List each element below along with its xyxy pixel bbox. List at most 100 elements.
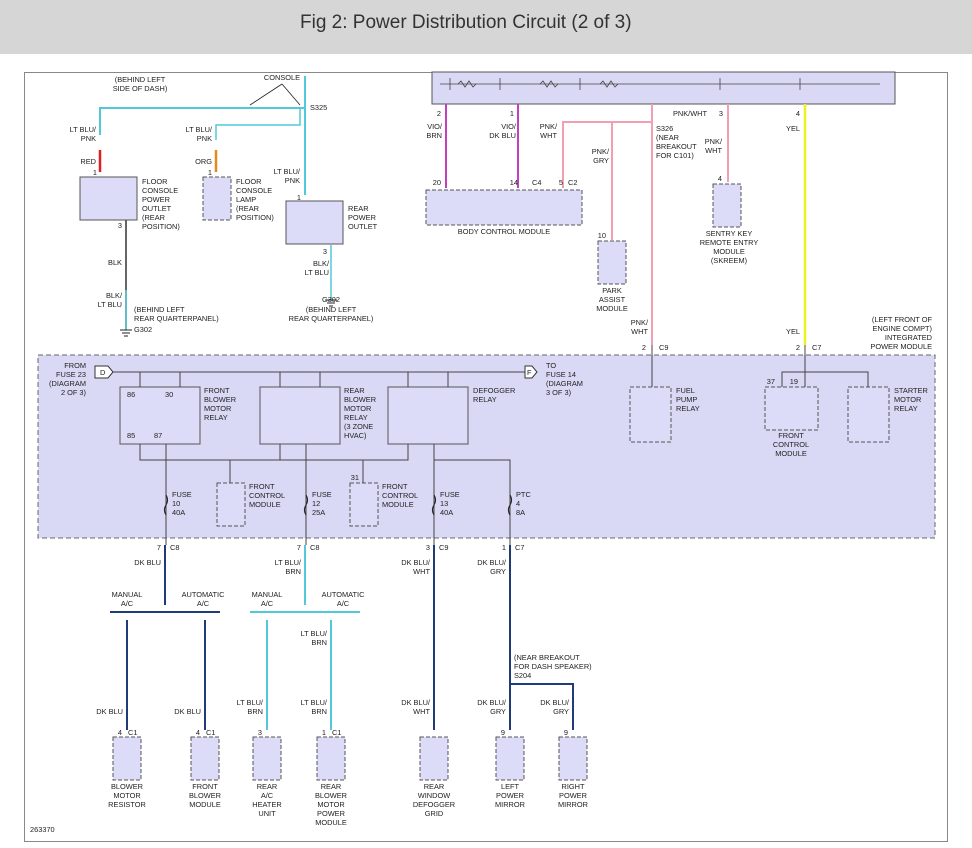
label-pin-1c: 1 — [297, 193, 301, 202]
label-vio-brn: VIO/BRN — [426, 122, 443, 140]
label-relay1: FRONT BLOWER MOTOR RELAY — [204, 386, 236, 422]
label-auto-ac-b: AUTOMATIC A/C — [322, 590, 366, 608]
label-pin-19: 19 — [790, 377, 798, 386]
label-behind-rqp-b: (BEHIND LEFT REAR QUARTERPANEL) — [289, 305, 374, 323]
label-pin-3b: 3 — [323, 247, 327, 256]
label-starter: STARTER MOTOR RELAY — [894, 386, 928, 413]
label-pin-1a: 1 — [93, 168, 97, 177]
figure-id: 263370 — [30, 825, 55, 834]
label-pin-7b: 7 — [297, 543, 301, 552]
label-pin-86: 86 — [127, 390, 135, 399]
label-flag-f: F — [527, 368, 532, 377]
label-park-assist: PARK ASSIST MODULE — [596, 286, 628, 313]
label-from-fuse: FROM FUSE 23 (DIAGRAM 2 OF 3) — [49, 361, 86, 397]
label-ipm: (LEFT FRONT OF ENGINE COMPT) INTEGRATED POW… — [870, 315, 932, 351]
label-console: CONSOLE — [264, 73, 300, 82]
label-ltblu-brn-mid: LT BLU/BRN — [301, 629, 328, 647]
label-dkblu-2: DK BLU — [174, 707, 201, 716]
label-c-left-mirror: LEFT POWER MIRROR — [495, 782, 525, 809]
label-c2: C2 — [568, 178, 577, 187]
label-pin-1e: 1 — [502, 543, 506, 552]
label-pin-9a: 9 — [501, 728, 505, 737]
label-pin-4a: 4 — [796, 109, 800, 118]
label-vio-dkblu: VIO/DK BLU — [489, 122, 517, 140]
label-s204: (NEAR BREAKOUT FOR DASH SPEAKER) S204 — [514, 653, 592, 680]
label-pin-5: 5 — [559, 178, 563, 187]
label-pin-3d: 3 — [426, 543, 430, 552]
label-c7a: C7 — [812, 343, 821, 352]
label-c7b: C7 — [515, 543, 524, 552]
label-ltblu-brn: LT BLU/BRN — [275, 558, 302, 576]
label-sentry: SENTRY KEY REMOTE ENTRY MODULE (SKREEM) — [700, 229, 759, 265]
label-g302-a: G302 — [134, 325, 152, 334]
label-fuel-pump: FUEL PUMP RELAY — [676, 386, 700, 413]
label-dkblu-wht-2: DK BLU/WHT — [401, 698, 431, 716]
label-c8b: C8 — [310, 543, 319, 552]
label-pin-10: 10 — [598, 231, 606, 240]
label-pin-30: 30 — [165, 390, 173, 399]
label-c4: C4 — [532, 178, 541, 187]
label-pin-4b: 4 — [718, 174, 722, 183]
label-g302-b: G302 — [322, 295, 340, 304]
label-pnk-wht-a: PNK/WHT — [540, 122, 558, 140]
label-ptc4: PTC 4 8A — [516, 490, 531, 517]
label-relay3: DEFOGGER RELAY — [473, 386, 515, 404]
label-dkblu-gry: DK BLU/GRY — [477, 558, 507, 576]
label-fcm-b: FRONT CONTROL MODULE — [382, 482, 418, 509]
label-dkblu: DK BLU — [134, 558, 161, 567]
label-manual-ac-b: MANUAL A/C — [252, 590, 283, 608]
label-pnk-wht-top: PNK/WHT — [673, 109, 708, 118]
label-pin-2b: 2 — [642, 343, 646, 352]
label-c1a: C1 — [128, 728, 137, 737]
label-org: ORG — [195, 157, 212, 166]
label-ltblu-brn-2: LT BLU/BRN — [301, 698, 328, 716]
label-to-fuse: TO FUSE 14 (DIAGRAM 3 OF 3) — [546, 361, 583, 397]
label-ltblu-pnk-a: LT BLU/PNK — [70, 125, 97, 143]
label-manual-ac-a: MANUAL A/C — [112, 590, 143, 608]
label-dkblu-gry-3: DK BLU/GRY — [540, 698, 570, 716]
label-ltblu-pnk-c: LT BLU/PNK — [274, 167, 301, 185]
label-ltblu-pnk-b: LT BLU/PNK — [186, 125, 213, 143]
label-pin-4d: 4 — [196, 728, 200, 737]
label-relay2: REAR BLOWER MOTOR RELAY (3 ZONE HVAC) — [344, 386, 376, 440]
label-c-front-blower: FRONT BLOWER MODULE — [189, 782, 221, 809]
label-bcm: BODY CONTROL MODULE — [458, 227, 550, 236]
label-pnk-wht-c: PNK/WHT — [631, 318, 649, 336]
label-pin-14: 14 — [510, 178, 518, 187]
label-behind-rqp-a: (BEHIND LEFT REAR QUARTERPANEL) — [134, 305, 219, 323]
label-pin-3c: 3 — [719, 109, 723, 118]
label-pin-2c: 2 — [796, 343, 800, 352]
label-red: RED — [80, 157, 96, 166]
label-c8a: C8 — [170, 543, 179, 552]
label-pin-31: 31 — [351, 473, 359, 482]
label-pin-87: 87 — [154, 431, 162, 440]
label-c1b: C1 — [206, 728, 215, 737]
label-fcm-a: FRONT CONTROL MODULE — [249, 482, 285, 509]
label-blk-ltblu-b: BLK/LT BLU — [305, 259, 330, 277]
label-blk: BLK — [108, 258, 122, 267]
label-c-rear-blower: REAR BLOWER MOTOR POWER MODULE — [315, 782, 347, 827]
label-c1c: C1 — [332, 728, 341, 737]
label-fuse12: FUSE 12 25A — [312, 490, 332, 517]
label-pin-9b: 9 — [564, 728, 568, 737]
label-s326: S326 (NEAR BREAKOUT FOR C101) — [656, 124, 697, 160]
label-auto-ac-a: AUTOMATIC A/C — [182, 590, 226, 608]
label-pin-7a: 7 — [157, 543, 161, 552]
label-pin-3a: 3 — [118, 221, 122, 230]
label-pin-1f: 1 — [322, 728, 326, 737]
label-c9b: C9 — [439, 543, 448, 552]
label-c-right-mirror: RIGHT POWER MIRROR — [558, 782, 588, 809]
label-pnk-wht-b: PNK/WHT — [705, 137, 723, 155]
label-ltblu-brn-1: LT BLU/BRN — [237, 698, 264, 716]
label-yel-b: YEL — [786, 327, 800, 336]
label-yel-a: YEL — [786, 124, 800, 133]
label-s325: S325 — [310, 103, 327, 112]
label-floor-outlet: FLOOR CONSOLE POWER OUTLET (REAR POSITION) — [142, 177, 180, 231]
label-dkblu-gry-2: DK BLU/GRY — [477, 698, 507, 716]
label-pin-1d: 1 — [510, 109, 514, 118]
label-c-defog: REAR WINDOW DEFOGGER GRID — [413, 782, 455, 818]
label-pin-3e: 3 — [258, 728, 262, 737]
label-dkblu-wht: DK BLU/WHT — [401, 558, 431, 576]
label-rear-outlet: REAR POWER OUTLET — [348, 204, 378, 231]
label-fuse10: FUSE 10 40A — [172, 490, 192, 517]
